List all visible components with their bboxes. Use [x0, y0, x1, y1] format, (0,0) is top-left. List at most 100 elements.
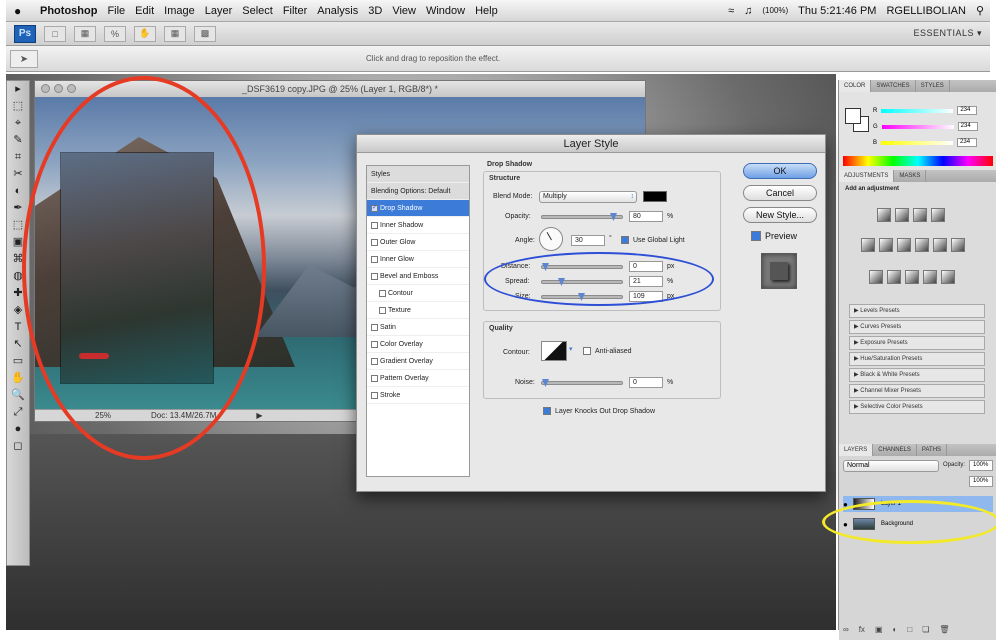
- arrange-documents-button[interactable]: ▦: [164, 25, 186, 42]
- hand-tool-button[interactable]: ✋: [134, 25, 156, 42]
- tool-6-icon[interactable]: ◐: [7, 183, 29, 200]
- red-input[interactable]: 234: [957, 106, 978, 115]
- visibility-eye-icon[interactable]: ●: [843, 500, 853, 509]
- menu-item-layer[interactable]: Layer: [205, 5, 233, 17]
- tab-channels[interactable]: CHANNELS: [873, 444, 917, 456]
- blue-slider[interactable]: [881, 140, 954, 145]
- spotlight-icon[interactable]: ⚲: [976, 4, 984, 17]
- red-slider[interactable]: [881, 108, 954, 113]
- channel-mixer-icon[interactable]: [951, 238, 965, 252]
- levels-icon[interactable]: [895, 208, 909, 222]
- effect-checkbox[interactable]: [371, 323, 378, 331]
- opacity-slider[interactable]: [541, 213, 623, 221]
- distance-input[interactable]: 0: [629, 261, 663, 272]
- size-input[interactable]: 109: [629, 291, 663, 302]
- preset-item[interactable]: ▶ Channel Mixer Presets: [849, 384, 985, 398]
- foreground-color-swatch[interactable]: [845, 108, 861, 124]
- preset-item[interactable]: ▶ Levels Presets: [849, 304, 985, 318]
- visibility-eye-icon[interactable]: ●: [843, 520, 853, 529]
- size-slider[interactable]: [541, 293, 623, 301]
- dialog-title[interactable]: Layer Style: [357, 135, 825, 153]
- use-global-light-checkbox[interactable]: [621, 236, 629, 244]
- gradient-map-icon[interactable]: [923, 270, 937, 284]
- contour-picker[interactable]: [541, 341, 567, 361]
- apple-icon[interactable]: ●: [14, 4, 30, 18]
- tool-13-icon[interactable]: ◈: [7, 302, 29, 319]
- menu-item-file[interactable]: File: [107, 5, 125, 17]
- menu-item-analysis[interactable]: Analysis: [317, 5, 358, 17]
- effect-pattern-overlay[interactable]: Pattern Overlay: [367, 370, 469, 387]
- wifi-icon[interactable]: ≈: [728, 5, 734, 17]
- effect-gradient-overlay[interactable]: Gradient Overlay: [367, 353, 469, 370]
- menu-item-3d[interactable]: 3D: [368, 5, 382, 17]
- effect-checkbox[interactable]: [371, 238, 378, 246]
- tool-1-icon[interactable]: ⬚: [7, 98, 29, 115]
- spread-input[interactable]: 21: [629, 276, 663, 287]
- opacity-input[interactable]: 80: [629, 211, 663, 222]
- tool-9-icon[interactable]: ▣: [7, 234, 29, 251]
- posterize-icon[interactable]: [887, 270, 901, 284]
- preset-item[interactable]: ▶ Selective Color Presets: [849, 400, 985, 414]
- invert-icon[interactable]: [869, 270, 883, 284]
- tool-17-icon[interactable]: ✋: [7, 370, 29, 387]
- effect-drop-shadow[interactable]: ✓ Drop Shadow: [367, 200, 469, 217]
- hue-saturation-icon[interactable]: [879, 238, 893, 252]
- menu-item-help[interactable]: Help: [475, 5, 498, 17]
- effect-bevel-and-emboss[interactable]: Bevel and Emboss: [367, 268, 469, 285]
- tool-21-icon[interactable]: ◻: [7, 438, 29, 455]
- effect-inner-shadow[interactable]: Inner Shadow: [367, 217, 469, 234]
- tool-4-icon[interactable]: ⌗: [7, 149, 29, 166]
- threshold-icon[interactable]: [905, 270, 919, 284]
- menu-item-select[interactable]: Select: [242, 5, 273, 17]
- color-spectrum[interactable]: [843, 156, 993, 166]
- knockout-checkbox[interactable]: [543, 407, 551, 415]
- spread-slider[interactable]: [541, 278, 623, 286]
- tool-3-icon[interactable]: ✎: [7, 132, 29, 149]
- menu-item-edit[interactable]: Edit: [135, 5, 154, 17]
- battery-status[interactable]: (100%): [762, 6, 788, 15]
- doc-size-readout[interactable]: Doc: 13.4M/26.7M: [151, 411, 216, 420]
- distance-slider[interactable]: [541, 263, 623, 271]
- preview-checkbox[interactable]: [751, 231, 761, 241]
- black-white-icon[interactable]: [915, 238, 929, 252]
- angle-input[interactable]: 30: [571, 235, 605, 246]
- effect-satin[interactable]: Satin: [367, 319, 469, 336]
- tool-0-icon[interactable]: ▸: [7, 81, 29, 98]
- effect-checkbox[interactable]: [371, 255, 378, 263]
- app-menu[interactable]: Photoshop: [40, 5, 97, 17]
- photo-filter-icon[interactable]: [933, 238, 947, 252]
- cancel-button[interactable]: Cancel: [743, 185, 817, 201]
- effect-checkbox[interactable]: [371, 221, 378, 229]
- tool-14-icon[interactable]: T: [7, 319, 29, 336]
- blue-input[interactable]: 234: [957, 138, 978, 147]
- tool-10-icon[interactable]: ⌘: [7, 251, 29, 268]
- bridge-button[interactable]: □: [44, 25, 66, 42]
- preset-item[interactable]: ▶ Black & White Presets: [849, 368, 985, 382]
- effect-checkbox[interactable]: [371, 374, 378, 382]
- shadow-color-swatch[interactable]: [643, 191, 667, 202]
- green-slider[interactable]: [881, 124, 954, 129]
- noise-input[interactable]: 0: [629, 377, 663, 388]
- preset-item[interactable]: ▶ Hue/Saturation Presets: [849, 352, 985, 366]
- curves-icon[interactable]: [913, 208, 927, 222]
- brightness-icon[interactable]: [877, 208, 891, 222]
- view-extras-button[interactable]: ▦: [74, 25, 96, 42]
- layer-1-with-drop-shadow[interactable]: [61, 153, 213, 383]
- document-title-bar[interactable]: _DSF3619 copy.JPG @ 25% (Layer 1, RGB/8*…: [35, 81, 645, 97]
- exposure-icon[interactable]: [931, 208, 945, 222]
- effect-outer-glow[interactable]: Outer Glow: [367, 234, 469, 251]
- effect-checkbox[interactable]: [379, 289, 386, 297]
- tool-12-icon[interactable]: ✚: [7, 285, 29, 302]
- new-style-button[interactable]: New Style...: [743, 207, 817, 223]
- tool-8-icon[interactable]: ⬚: [7, 217, 29, 234]
- selective-color-icon[interactable]: [941, 270, 955, 284]
- effect-checkbox[interactable]: [371, 357, 378, 365]
- tool-2-icon[interactable]: ⌖: [7, 115, 29, 132]
- move-tool-preset-icon[interactable]: ➤: [10, 50, 38, 68]
- effect-checkbox[interactable]: [371, 272, 378, 280]
- ok-button[interactable]: OK: [743, 163, 817, 179]
- tool-19-icon[interactable]: ⤢: [7, 404, 29, 421]
- effect-stroke[interactable]: Stroke: [367, 387, 469, 404]
- close-window-icon[interactable]: [41, 84, 50, 93]
- color-balance-icon[interactable]: [897, 238, 911, 252]
